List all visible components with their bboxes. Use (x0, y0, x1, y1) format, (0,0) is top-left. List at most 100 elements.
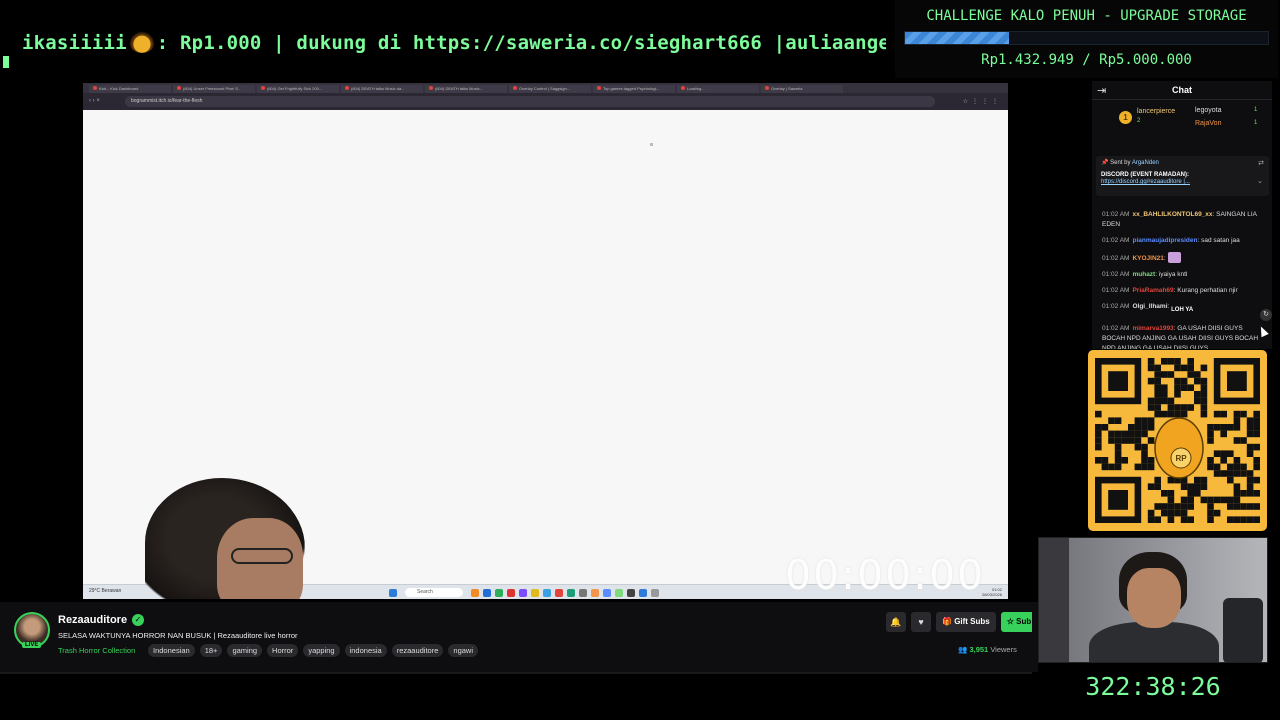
qr-module (1161, 503, 1168, 510)
qr-module (1213, 496, 1221, 504)
message-username[interactable]: muhazt (1132, 271, 1155, 278)
message-username[interactable]: xx_BAHLILKONTOL69_xx (1132, 211, 1212, 218)
qr-module (1227, 463, 1234, 471)
qr-module (1187, 404, 1194, 411)
qr-module (1141, 424, 1148, 431)
qr-module (1174, 358, 1181, 365)
taskbar-app-icon (639, 589, 647, 597)
stream-tag[interactable]: 18+ (199, 644, 223, 657)
qr-module (1128, 430, 1135, 438)
qr-module (1114, 443, 1122, 451)
qr-module (1207, 430, 1214, 438)
qr-module (1167, 397, 1175, 405)
browser-tab-label: (604) DEATH talks Music da... (351, 86, 405, 91)
qr-module (1200, 391, 1208, 398)
qr-module (1187, 358, 1194, 365)
qr-module (1246, 503, 1254, 510)
unpin-icon[interactable]: ⇄ (1258, 159, 1264, 167)
qr-module (1114, 457, 1122, 464)
qr-module (1180, 496, 1188, 504)
donation-ticker: ikasiiiii: Rp1.000 | dukung di https://s… (0, 22, 886, 74)
message-username[interactable]: Olgi_Ilhami (1132, 303, 1167, 310)
qr-module (1253, 490, 1260, 497)
scroll-to-bottom-icon[interactable]: ↻ (1260, 309, 1272, 321)
qr-module (1207, 463, 1214, 471)
message-username[interactable]: PriaRamah69 (1132, 287, 1173, 294)
leader-2-name[interactable]: legoyota (1195, 107, 1221, 114)
follow-heart-button[interactable]: ♥ (911, 612, 931, 632)
taskbar-app-icon (519, 589, 527, 597)
qr-module (1200, 476, 1208, 484)
gift-subs-button[interactable]: 🎁 Gift Subs (936, 612, 996, 632)
stream-tag[interactable]: rezaauditore (391, 644, 444, 657)
taskbar-app-icon (555, 589, 563, 597)
qr-module (1147, 404, 1155, 411)
browser-tab-strip: Kick - Kick Dashboard (604) Unser Freesou… (83, 83, 1008, 93)
qr-module (1220, 410, 1227, 418)
channel-name[interactable]: Rezaauditore (58, 614, 127, 626)
qr-module (1147, 457, 1155, 464)
qr-module (1187, 364, 1194, 372)
taskbar-app-icon (483, 589, 491, 597)
qr-module (1095, 410, 1102, 418)
qr-finder-pattern (1227, 371, 1247, 391)
message-username[interactable]: mimarva1993 (1132, 325, 1173, 332)
stream-tag[interactable]: Horror (267, 644, 299, 657)
qr-finder-pattern (1108, 371, 1128, 391)
qr-module (1253, 424, 1260, 431)
tab-favicon-icon (429, 86, 433, 90)
message-time: 01:02 AM (1102, 255, 1130, 262)
qr-module (1207, 457, 1214, 464)
notification-bell-button[interactable]: 🔔 (886, 612, 906, 632)
taskbar-app-icon (651, 589, 659, 597)
qr-module (1154, 404, 1161, 411)
qr-module (1174, 364, 1181, 372)
qr-module (1240, 463, 1247, 471)
subscribe-button[interactable]: ☆ Sub (1000, 612, 1032, 632)
browser-tab: (604) Get Frightfully Sick 200... (257, 85, 339, 93)
qr-module (1200, 377, 1208, 385)
taskbar-app-icon (471, 589, 479, 597)
chat-messages: 01:02 AM xx_BAHLILKONTOL69_xx: SAINGAN LI… (1102, 210, 1260, 349)
browser-tab-label: (604) DEATH talks Music... (435, 86, 483, 91)
terminal-cursor (3, 56, 9, 68)
message-username[interactable]: pianmaujadipresiden (1132, 237, 1197, 244)
tab-favicon-icon (681, 86, 685, 90)
message-username[interactable]: KYOJIN21 (1132, 255, 1163, 262)
qr-module (1246, 470, 1254, 477)
verified-icon: ✓ (132, 614, 144, 626)
qr-module (1233, 417, 1241, 424)
qr-module (1180, 503, 1188, 510)
pinned-sender[interactable]: ArgaNden (1132, 160, 1159, 166)
stream-tag[interactable]: gaming (227, 644, 263, 657)
stream-tag[interactable]: Indonesian (148, 644, 195, 657)
browser-tab-label: Loading... (687, 86, 705, 91)
pinned-message[interactable]: 📌 Sent by ArgaNden DISCORD (EVENT RAMADA… (1096, 156, 1269, 196)
stream-tag[interactable]: yapping (303, 644, 340, 657)
stream-category[interactable]: Trash Horror Collection (58, 646, 135, 655)
browser-tab: (604) Unser Freesound Pixel S.. (173, 85, 255, 93)
leader-3-name[interactable]: RajaVon (1195, 120, 1221, 127)
qr-module (1200, 483, 1208, 490)
browser-tab-label: Overlay Control | Saggsign... (519, 86, 571, 91)
tab-favicon-icon (765, 86, 769, 90)
leader-1-name[interactable]: lancerpierce (1137, 108, 1175, 115)
stream-tag[interactable]: ngawi (448, 644, 479, 657)
gift-leaderboard: 1 lancerpierce 2 legoyota 1 RajaVon 1 (1092, 100, 1272, 133)
qr-module (1121, 457, 1128, 464)
pinned-link[interactable]: https://discord.gg/rezaauditore |... (1101, 179, 1264, 185)
qr-module (1108, 463, 1115, 471)
browser-tab-label: Top games tagged Psychologi... (603, 86, 660, 91)
start-icon (389, 589, 397, 597)
chevron-down-icon[interactable]: ⌄ (1257, 177, 1263, 185)
stream-tag[interactable]: indonesia (344, 644, 387, 657)
coin-label: RP (1175, 454, 1187, 463)
qr-module (1147, 364, 1155, 372)
qr-module (1227, 476, 1234, 484)
tab-favicon-icon (261, 86, 265, 90)
qr-module (1246, 476, 1254, 484)
qr-module (1128, 437, 1135, 444)
browser-tab: Overlay Control | Saggsign... (509, 85, 591, 93)
qr-module (1233, 457, 1241, 464)
taskbar-search: Search (405, 588, 463, 597)
